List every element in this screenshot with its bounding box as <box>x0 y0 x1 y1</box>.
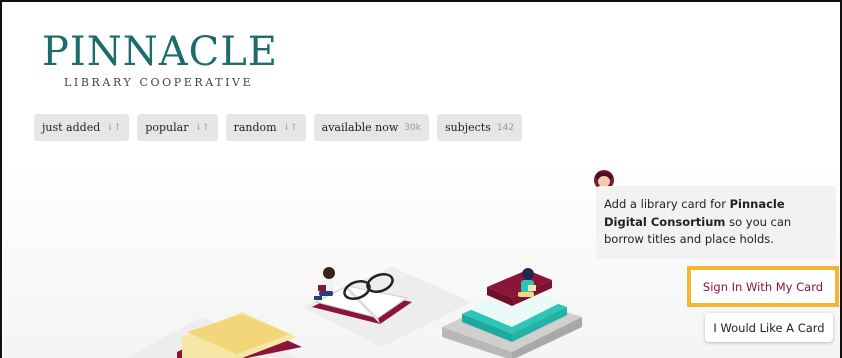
app-frame: PINNACLE LIBRARY COOPERATIVE just added … <box>0 0 842 358</box>
add-card-message: Add a library card for Pinnacle Digital … <box>596 186 836 259</box>
sign-in-with-card-button[interactable]: Sign In With My Card <box>687 266 839 307</box>
request-card-button[interactable]: I Would Like A Card <box>705 313 833 342</box>
message-text-pre: Add a library card for <box>604 197 730 211</box>
book-stack-left-illustration <box>177 312 302 358</box>
book-stack-right-illustration <box>442 270 582 358</box>
reader-figure-left <box>314 267 335 300</box>
